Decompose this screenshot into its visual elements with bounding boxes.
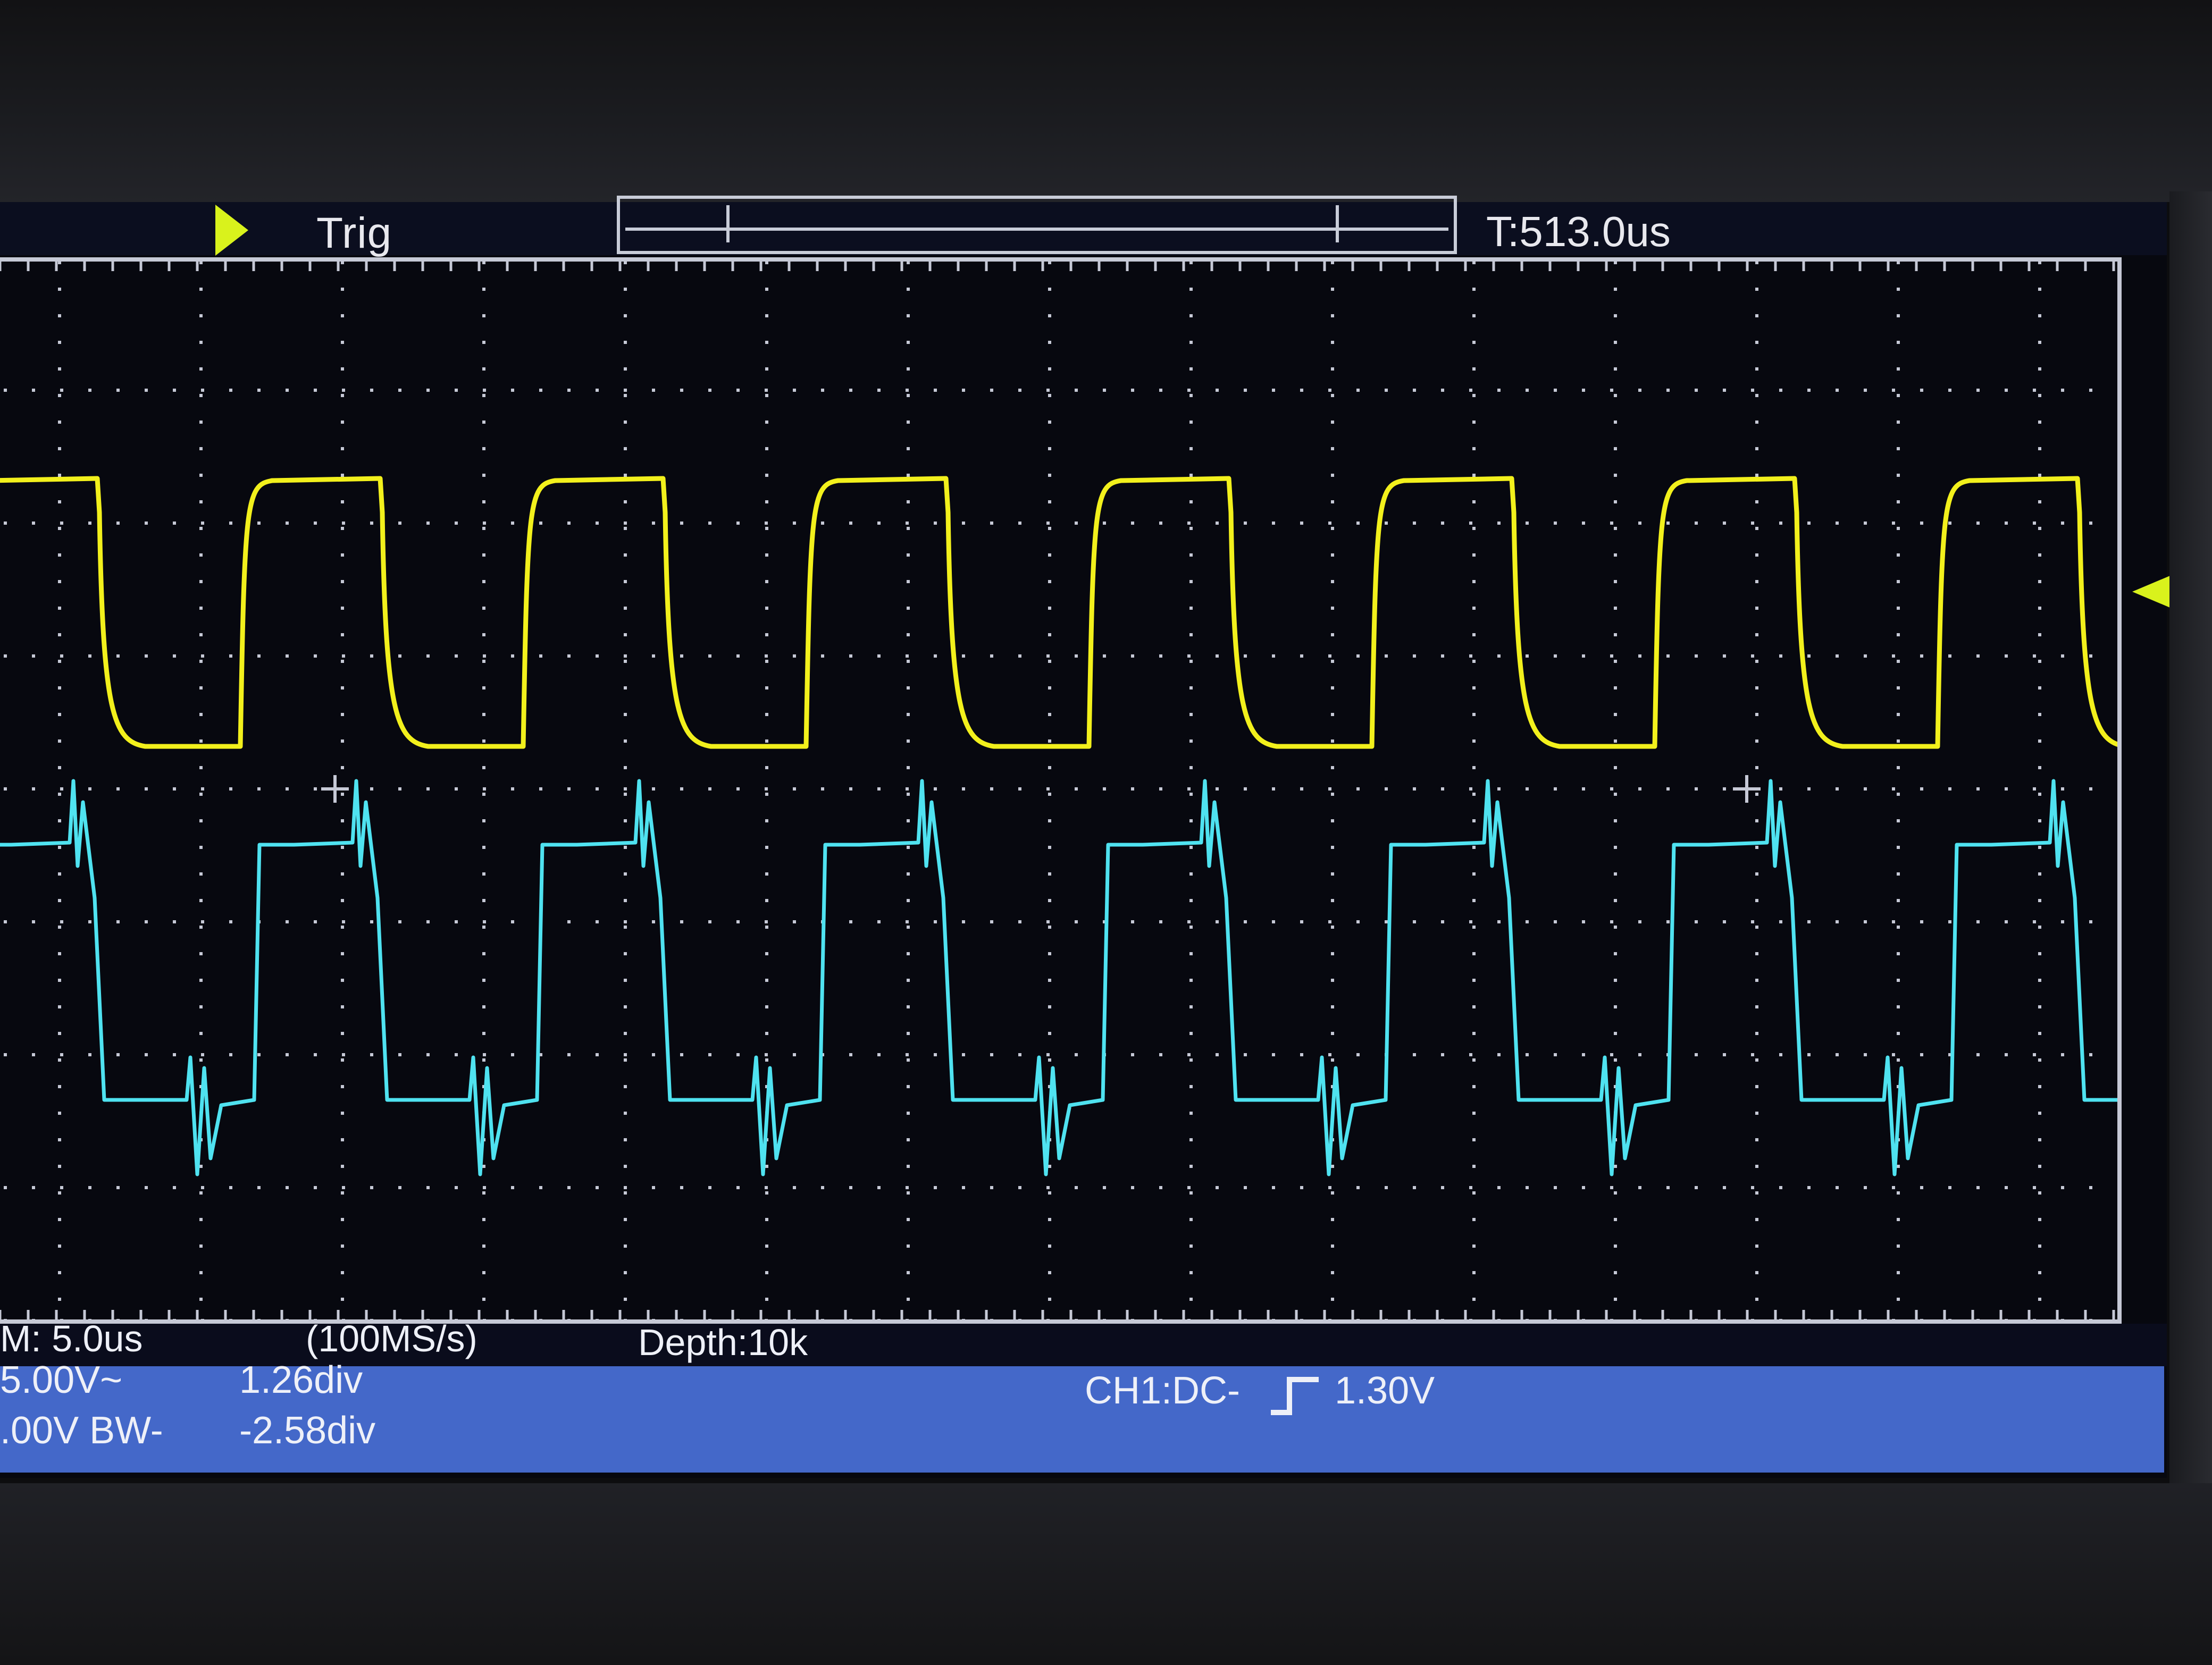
trigger-source-readout: CH1:DC- bbox=[1085, 1369, 1241, 1412]
trigger-position-marker-icon bbox=[215, 205, 248, 256]
instrument-bezel-top bbox=[0, 0, 2212, 202]
trigger-time-readout: T:513.0us bbox=[1486, 208, 1671, 255]
ch2-position-readout: -2.58div bbox=[239, 1409, 376, 1452]
memory-track bbox=[625, 228, 1448, 231]
memory-window bbox=[726, 205, 1339, 242]
trigger-level-readout: 1.30V bbox=[1335, 1369, 1435, 1412]
trigger-status: Trig bbox=[316, 209, 392, 257]
graticule-frame bbox=[0, 257, 2122, 1324]
timebase-readout: M: 5.0us bbox=[0, 1318, 143, 1359]
instrument-bezel-right bbox=[2169, 191, 2212, 1499]
memory-position-bar bbox=[617, 196, 1457, 254]
sample-rate-readout: (100MS/s) bbox=[306, 1318, 477, 1359]
rising-edge-icon bbox=[1271, 1377, 1319, 1415]
memory-depth-readout: Depth:10k bbox=[638, 1322, 808, 1363]
instrument-bezel-bottom bbox=[0, 1483, 2212, 1665]
ch2-scale-readout: .00V BW- bbox=[0, 1409, 163, 1452]
ch1-scale-readout: 5.00V~ bbox=[0, 1359, 123, 1401]
ch1-position-readout: 1.26div bbox=[239, 1359, 363, 1401]
